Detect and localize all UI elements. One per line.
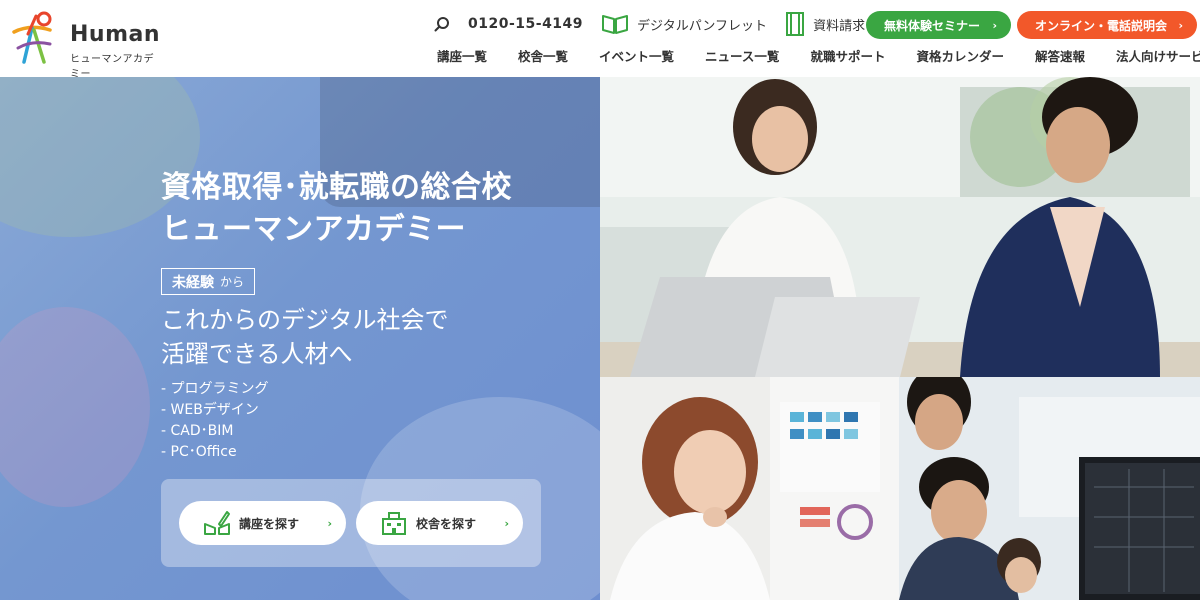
- engineers-photo-illustration: [899, 377, 1200, 600]
- logo-subtext: ヒューマンアカデミー: [70, 54, 154, 80]
- main-nav: 講座一覧 校舎一覧 イベント一覧 ニュース一覧 就職サポート 資格カレンダー 解…: [437, 46, 1200, 65]
- request-link[interactable]: 資料請求: [785, 11, 865, 37]
- nav-item-calendar[interactable]: 資格カレンダー: [916, 46, 1004, 65]
- cta-panel: 講座を探す › 校舎を探す ›: [161, 479, 541, 567]
- hero-title: 資格取得･就転職の総合校 ヒューマンアカデミー: [161, 167, 512, 251]
- find-school-label: 校舎を探す: [416, 516, 477, 531]
- hero-photo-office: [600, 77, 1200, 377]
- hero-photo-student: [600, 377, 899, 600]
- hero-list: - プログラミング - WEBデザイン - CAD･BIM - PC･Offic…: [161, 379, 269, 463]
- find-course-button[interactable]: 講座を探す ›: [179, 501, 346, 545]
- badge-main: 未経験: [172, 274, 214, 291]
- nav-item-corporate[interactable]: 法人向けサービス: [1116, 46, 1200, 65]
- nav-item-schools[interactable]: 校舎一覧: [518, 46, 568, 65]
- list-item: - PC･Office: [161, 444, 237, 460]
- consult-button[interactable]: オンライン・電話説明会 ›: [1017, 11, 1197, 39]
- hero-lead: これからのデジタル社会で 活躍できる人材へ: [161, 303, 449, 371]
- nav-item-courses[interactable]: 講座一覧: [437, 46, 487, 65]
- logo-text: Human: [70, 22, 161, 47]
- document-icon: [786, 12, 805, 36]
- find-school-button[interactable]: 校舎を探す ›: [356, 501, 523, 545]
- chevron-right-icon: ›: [992, 18, 997, 32]
- nav-item-news[interactable]: ニュース一覧: [705, 46, 779, 65]
- nav-item-answers[interactable]: 解答速報: [1035, 46, 1085, 65]
- phone-number[interactable]: 0120-15-4149: [468, 16, 583, 32]
- pamphlet-link[interactable]: デジタルパンフレット: [601, 13, 767, 35]
- search-button[interactable]: [434, 16, 450, 32]
- seminar-button-label: 無料体験セミナー: [884, 18, 981, 33]
- hero-title-line: 資格取得･就転職の総合校: [161, 170, 512, 205]
- office-photo-illustration: [600, 77, 1200, 377]
- logo[interactable]: Human ヒューマンアカデミー: [10, 10, 161, 80]
- search-icon: [434, 17, 449, 32]
- logo-figure-icon: [12, 11, 52, 64]
- hero-lead-line: 活躍できる人材へ: [161, 340, 353, 368]
- nav-item-events[interactable]: イベント一覧: [599, 46, 674, 65]
- nav-item-career[interactable]: 就職サポート: [810, 46, 885, 65]
- list-item: - WEBデザイン: [161, 402, 259, 418]
- pen-book-icon: [204, 511, 230, 535]
- chevron-right-icon: ›: [1178, 18, 1183, 32]
- chevron-right-icon: ›: [504, 516, 509, 530]
- hero-badge: 未経験 から: [161, 268, 256, 295]
- book-icon: [602, 15, 629, 34]
- find-course-label: 講座を探す: [239, 516, 300, 531]
- seminar-button[interactable]: 無料体験セミナー ›: [866, 11, 1011, 39]
- badge-suffix: から: [220, 275, 245, 289]
- utility-bar: 0120-15-4149 デジタルパンフレット 資料請求: [434, 9, 883, 39]
- site-header: Human ヒューマンアカデミー 0120-15-4149 デジタルパンフレット…: [0, 0, 1200, 80]
- request-label: 資料請求: [813, 18, 866, 34]
- hero-lead-line: これからのデジタル社会で: [161, 306, 449, 334]
- decor-blob: [0, 307, 150, 507]
- student-photo-illustration: [600, 377, 899, 600]
- hero-panel: 資格取得･就転職の総合校 ヒューマンアカデミー 未経験 から これからのデジタル…: [0, 77, 600, 600]
- list-item: - プログラミング: [161, 381, 269, 397]
- building-icon: [382, 512, 406, 535]
- pamphlet-label: デジタルパンフレット: [637, 18, 768, 34]
- list-item: - CAD･BIM: [161, 423, 234, 439]
- chevron-right-icon: ›: [327, 516, 332, 530]
- hero-photo-engineers: [899, 377, 1200, 600]
- consult-button-label: オンライン・電話説明会: [1035, 18, 1168, 33]
- hero-title-line: ヒューマンアカデミー: [161, 212, 466, 247]
